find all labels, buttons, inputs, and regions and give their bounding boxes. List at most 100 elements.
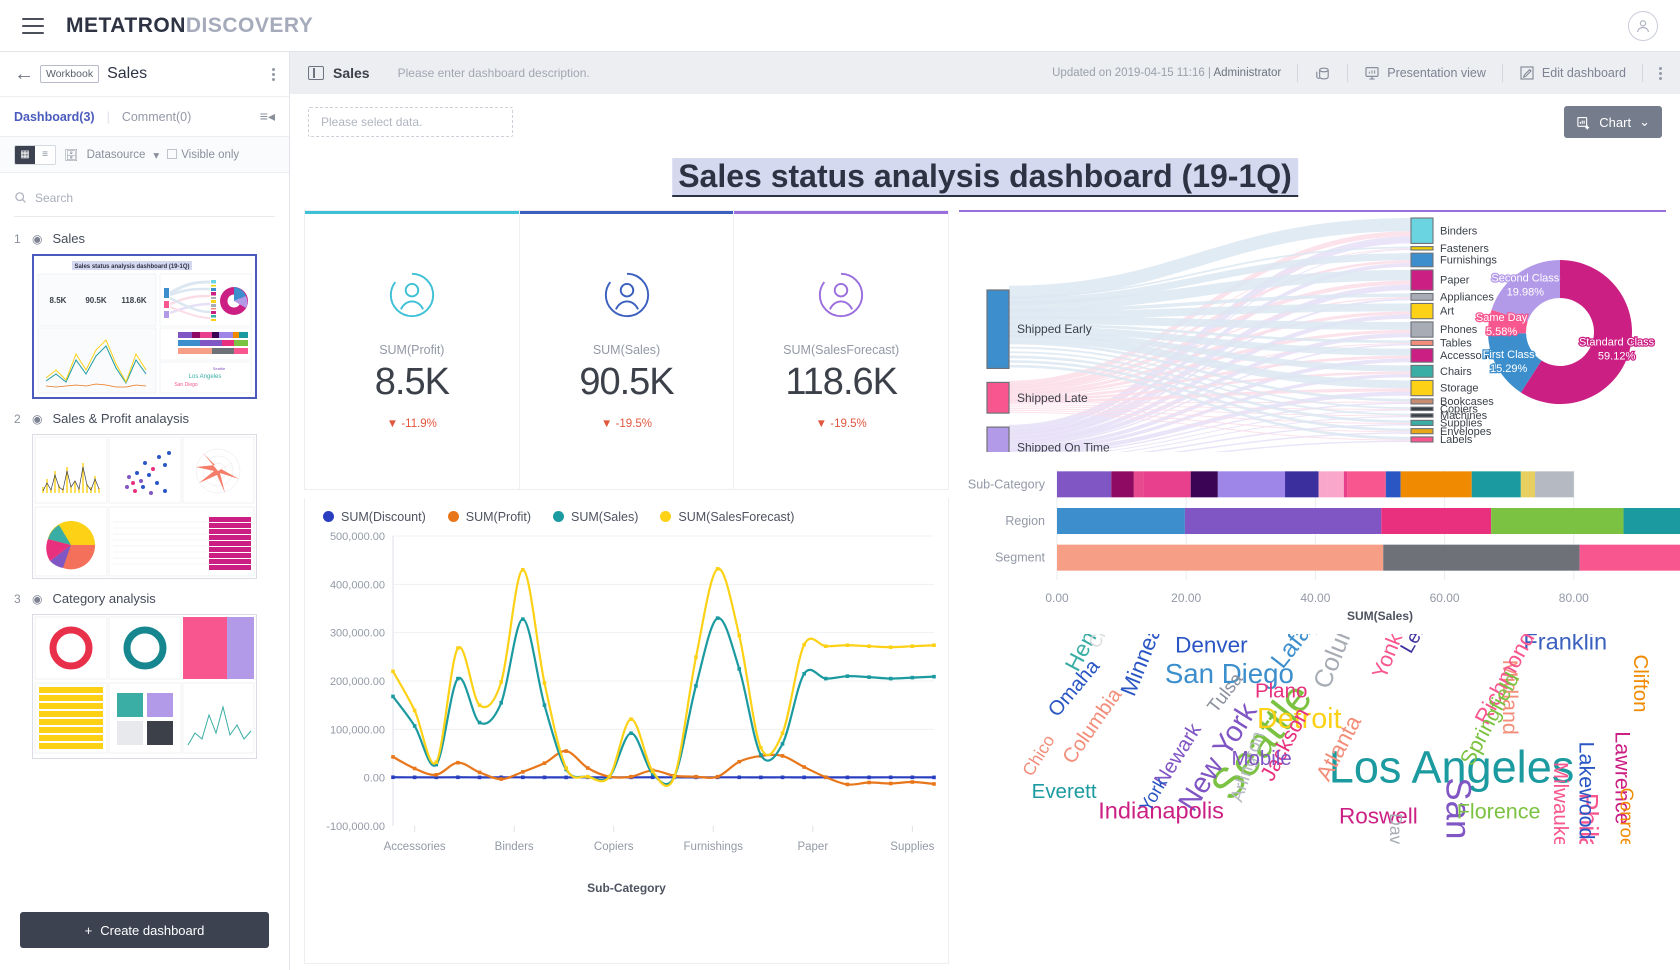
svg-text:0.00: 0.00 bbox=[1045, 591, 1069, 605]
svg-text:Furnishings: Furnishings bbox=[684, 841, 744, 853]
kpi-card-salesforecast[interactable]: SUM(SalesForecast) 118.6K ▼ -19.5% bbox=[734, 211, 949, 489]
wordcloud-word[interactable]: Milwaukee bbox=[1549, 762, 1572, 859]
svg-text:San Diego: San Diego bbox=[174, 382, 198, 388]
presentation-view-label: Presentation view bbox=[1387, 66, 1486, 80]
updated-user: Administrator bbox=[1213, 67, 1282, 79]
back-arrow-icon[interactable]: ← bbox=[14, 63, 40, 86]
widget-grid: SUM(Profit) 8.5K ▼ -11.9% SUM(Sales) 90.… bbox=[304, 210, 1680, 970]
wordcloud-word[interactable]: Davis bbox=[1386, 813, 1406, 857]
svg-text:20.00: 20.00 bbox=[1171, 591, 1201, 605]
svg-text:Shipped Late: Shipped Late bbox=[1017, 391, 1088, 405]
svg-text:Supplies: Supplies bbox=[890, 841, 934, 853]
wordcloud-word[interactable]: Lehi bbox=[1396, 614, 1433, 657]
wordcloud-word[interactable]: Chico bbox=[1018, 731, 1059, 779]
bar-chart-add-icon bbox=[1577, 116, 1590, 129]
wordcloud-word[interactable]: Denver bbox=[1175, 632, 1248, 657]
sidebar-tabs: Dashboard(3) | Comment(0) ≡◂ bbox=[0, 97, 289, 137]
svg-text:-100,000.00: -100,000.00 bbox=[326, 821, 385, 833]
sidebar: ← Workbook Sales Dashboard(3) | Comment(… bbox=[0, 52, 290, 970]
legend-label: SUM(SalesForecast) bbox=[678, 510, 795, 524]
create-dashboard-label: Create dashboard bbox=[100, 922, 205, 938]
sidebar-search[interactable]: Search bbox=[14, 179, 275, 217]
page-title: Sales bbox=[333, 65, 370, 81]
wordcloud-word[interactable]: Indianapolis bbox=[1098, 797, 1224, 823]
create-dashboard-button[interactable]: + Create dashboard bbox=[20, 912, 269, 948]
svg-text:Copiers: Copiers bbox=[594, 841, 634, 853]
dashboard-index: 2 bbox=[14, 411, 21, 426]
legend-item-profit[interactable]: SUM(Profit) bbox=[447, 510, 532, 524]
user-avatar-icon[interactable] bbox=[1628, 10, 1658, 41]
tab-dashboard[interactable]: Dashboard(3) bbox=[14, 110, 95, 124]
kpi-delta-value: -19.5% bbox=[830, 418, 867, 430]
dashboard-thumbnail[interactable]: Sales status analysis dashboard (19-1Q) … bbox=[32, 254, 257, 399]
kpi-card-sales[interactable]: SUM(Sales) 90.5K ▼ -19.5% bbox=[519, 211, 735, 489]
user-circle-icon bbox=[387, 270, 437, 325]
view-mode-toggle[interactable]: ▦ ≡ bbox=[14, 144, 56, 165]
hamburger-icon[interactable] bbox=[22, 17, 44, 34]
dashboard-thumbnail[interactable] bbox=[32, 614, 257, 759]
kpi-delta: ▼ -19.5% bbox=[815, 418, 867, 430]
wordcloud-word[interactable]: Conroe bbox=[1617, 788, 1638, 848]
svg-text:0.00: 0.00 bbox=[364, 773, 385, 785]
line-chart-widget: SUM(Discount) SUM(Profit) SUM(Sales) SUM… bbox=[304, 498, 949, 964]
dashboard-icon bbox=[308, 66, 324, 80]
svg-text:Los Angeles: Los Angeles bbox=[189, 374, 222, 380]
list-item[interactable]: 2 ◉ Sales & Profit analaysis bbox=[0, 401, 289, 581]
wordcloud-word[interactable]: Columbus bbox=[1308, 575, 1377, 693]
dashboard-description-placeholder[interactable]: Please enter dashboard description. bbox=[398, 66, 590, 80]
wordcloud-word[interactable]: Everett bbox=[1032, 780, 1097, 803]
dashboard-thumbnail[interactable] bbox=[32, 434, 257, 579]
add-chart-button[interactable]: Chart ⌄ bbox=[1564, 106, 1662, 138]
svg-text:Shipped Early: Shipped Early bbox=[1017, 322, 1092, 336]
svg-text:40.00: 40.00 bbox=[1300, 591, 1330, 605]
svg-text:8.5K: 8.5K bbox=[50, 296, 67, 305]
search-icon bbox=[15, 192, 26, 203]
eye-icon[interactable]: ◉ bbox=[32, 592, 42, 606]
list-item[interactable]: 3 ◉ Category analysis bbox=[0, 581, 289, 761]
kpi-widget: SUM(Profit) 8.5K ▼ -11.9% SUM(Sales) 90.… bbox=[304, 210, 949, 490]
kpi-delta-value: -11.9% bbox=[401, 418, 437, 430]
header-more-menu[interactable] bbox=[1659, 65, 1662, 82]
edit-dashboard-button[interactable]: Edit dashboard bbox=[1519, 65, 1626, 81]
svg-text:Art: Art bbox=[1440, 306, 1454, 318]
visible-only-checkbox[interactable]: Visible only bbox=[167, 148, 239, 161]
eye-icon[interactable]: ◉ bbox=[32, 412, 42, 426]
tab-comment[interactable]: Comment(0) bbox=[122, 110, 191, 124]
wordcloud-word[interactable]: Mobile bbox=[1231, 747, 1291, 770]
kpi-card-profit[interactable]: SUM(Profit) 8.5K ▼ -11.9% bbox=[305, 211, 520, 489]
chevron-down-icon[interactable]: ▾ bbox=[153, 148, 159, 162]
legend-item-forecast[interactable]: SUM(SalesForecast) bbox=[660, 510, 794, 524]
grid-view-icon[interactable]: ▦ bbox=[15, 145, 35, 164]
database-icon: 🗄 bbox=[64, 149, 79, 162]
wordcloud-word[interactable]: Clifton bbox=[1629, 654, 1652, 712]
sidebar-more-menu[interactable] bbox=[272, 66, 275, 83]
edit-dashboard-label: Edit dashboard bbox=[1541, 66, 1626, 80]
presentation-icon bbox=[1365, 67, 1379, 80]
wordcloud-word[interactable]: Plano bbox=[1255, 680, 1307, 703]
sidebar-header: ← Workbook Sales bbox=[0, 52, 289, 97]
list-collapse-icon[interactable]: ≡◂ bbox=[260, 108, 275, 125]
data-select-input[interactable]: Please select data. bbox=[308, 107, 513, 137]
legend-item-sales[interactable]: SUM(Sales) bbox=[553, 510, 638, 524]
legend-item-discount[interactable]: SUM(Discount) bbox=[323, 510, 426, 524]
legend-label: SUM(Profit) bbox=[465, 510, 532, 524]
wordcloud-plot: Los AngelesSeattleSan FranciscoNew YorkP… bbox=[1018, 566, 1652, 970]
svg-text:60.00: 60.00 bbox=[1430, 591, 1460, 605]
wordcloud-word[interactable]: Florence bbox=[1457, 799, 1541, 823]
dashboard-list: 1 ◉ Sales Sales status analysis dashboar… bbox=[0, 217, 289, 912]
wordcloud-word[interactable]: Lakewood bbox=[1575, 742, 1599, 840]
datasource-filter-label[interactable]: Datasource bbox=[87, 149, 146, 161]
svg-text:Sales status analysis dashboar: Sales status analysis dashboard (19-1Q) bbox=[74, 264, 189, 270]
search-input[interactable]: Search bbox=[35, 191, 73, 205]
presentation-view-button[interactable]: Presentation view bbox=[1364, 65, 1486, 81]
line-chart-legend: SUM(Discount) SUM(Profit) SUM(Sales) SUM… bbox=[305, 506, 948, 524]
line-chart-x-title: Sub-Category bbox=[587, 881, 666, 895]
eye-icon[interactable]: ◉ bbox=[32, 232, 42, 246]
svg-text:Seattle: Seattle bbox=[213, 366, 226, 371]
dashboard-header: Sales Please enter dashboard description… bbox=[290, 52, 1680, 94]
main-panel: Sales Please enter dashboard description… bbox=[290, 52, 1680, 970]
datasource-icon[interactable] bbox=[1314, 65, 1331, 82]
list-view-icon[interactable]: ≡ bbox=[35, 145, 55, 164]
svg-text:Labels: Labels bbox=[1440, 434, 1473, 446]
list-item[interactable]: 1 ◉ Sales Sales status analysis dashboar… bbox=[0, 221, 289, 401]
